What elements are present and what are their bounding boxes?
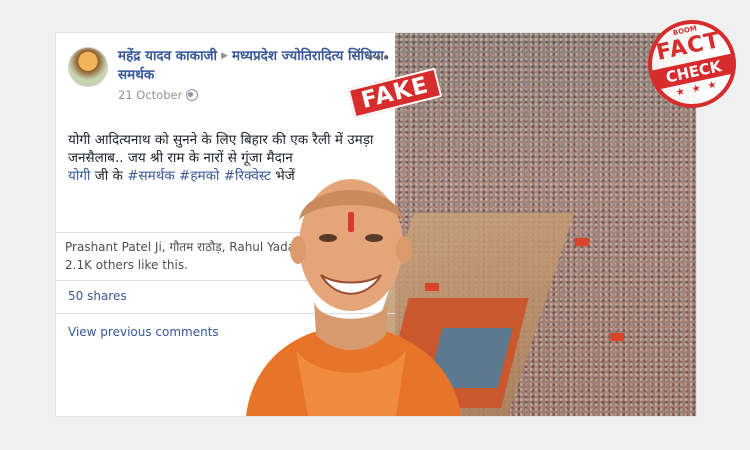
group-arrow-icon: ▶ xyxy=(221,51,228,61)
view-previous-comments-link[interactable]: View previous comments xyxy=(68,325,219,339)
post-meta: 21 October xyxy=(118,88,199,102)
hashtag-link[interactable]: योगी xyxy=(68,168,90,184)
crowd-flag xyxy=(610,333,624,341)
author-avatar[interactable] xyxy=(69,48,107,86)
hashtag-link[interactable]: #हमको xyxy=(179,168,219,184)
author-name[interactable]: महेंद्र यादव काकाजी xyxy=(118,48,217,64)
globe-icon xyxy=(186,89,199,101)
crowd-flag xyxy=(575,238,589,246)
post-text-mid: जी के xyxy=(90,168,128,184)
boom-fact-check-badge: BOOM FACT CHECK ★ ★ ★ xyxy=(639,11,745,117)
hashtag-link[interactable]: #समर्थक xyxy=(127,168,175,184)
post-header: महेंद्र यादव काकाजी ▶ मध्यप्रदेश ज्योतिराद… xyxy=(118,47,388,85)
shares-count[interactable]: 50 shares xyxy=(68,289,127,303)
portrait-photo xyxy=(246,179,461,416)
post-date[interactable]: 21 October xyxy=(118,88,182,102)
more-options-icon[interactable]: ••• xyxy=(366,49,391,67)
